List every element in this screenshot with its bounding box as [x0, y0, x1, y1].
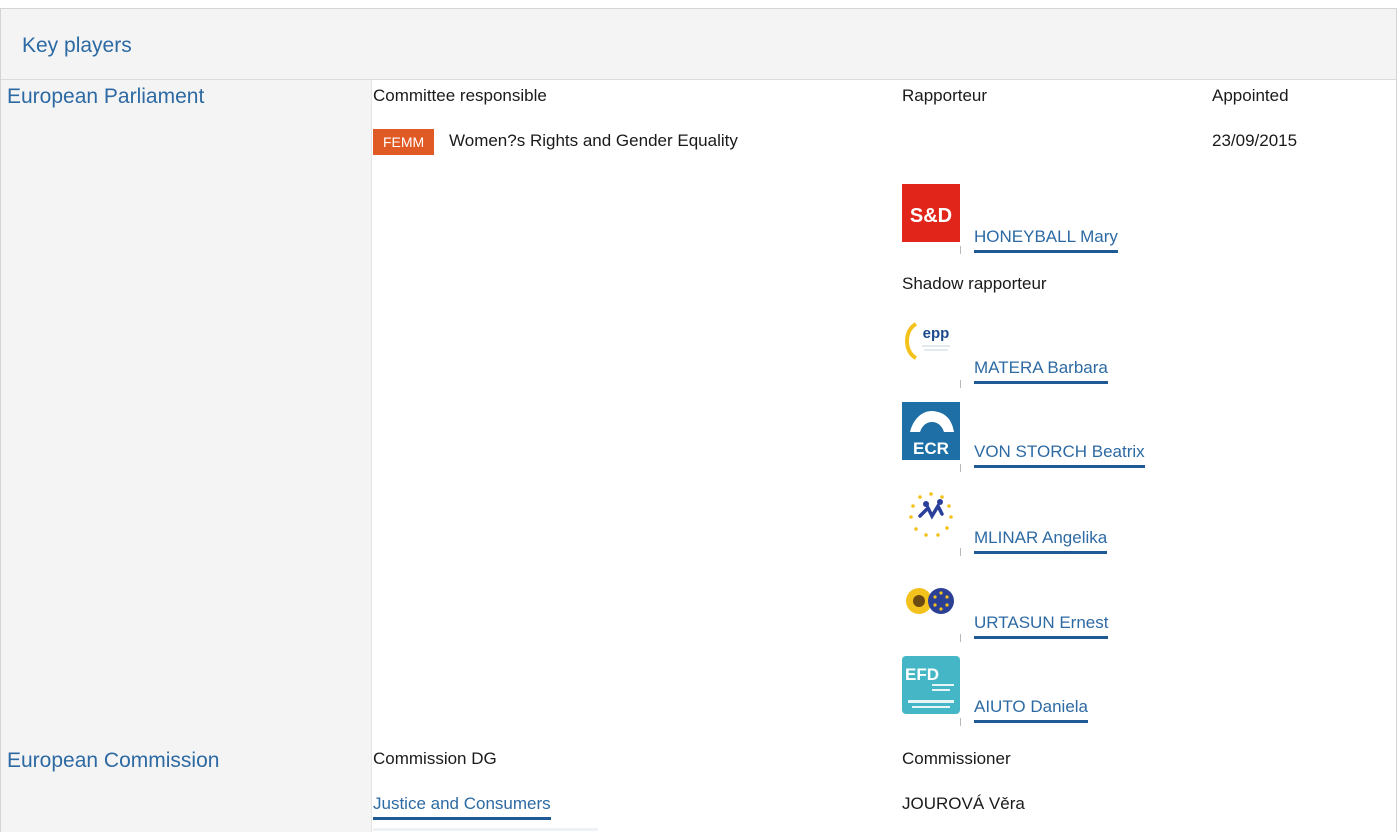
parliament-label: European Parliament: [7, 85, 205, 108]
commission-dg-header: Commission DG: [373, 749, 497, 768]
column-separator: [371, 80, 372, 832]
alde-logo: [902, 486, 960, 544]
commissioner-header: Commissioner: [902, 749, 1011, 768]
left-column: [1, 80, 371, 832]
rapporteur-header: Rapporteur: [902, 86, 988, 105]
section-header: Key players: [1, 9, 1396, 80]
epp-logo: epp: [902, 318, 960, 376]
shadow-rapporteur-link[interactable]: URTASUN Ernest: [974, 613, 1109, 639]
row-divider: [373, 828, 598, 831]
shadow-rapporteur-label: Shadow rapporteur: [902, 274, 1047, 293]
rapporteur-link[interactable]: HONEYBALL Mary: [974, 227, 1118, 253]
efdd-logo-text: EFD: [905, 665, 939, 684]
shadow-rapporteur-link[interactable]: AIUTO Daniela: [974, 697, 1089, 723]
commissioner-name: JOUROVÁ Věra: [902, 794, 1025, 813]
ecr-logo-text: ECR: [913, 439, 949, 458]
greens-efa-logo: [902, 572, 960, 630]
logo-tick: [960, 464, 961, 472]
s-and-d-logo: S&D: [902, 184, 960, 242]
shadow-rapporteur-link[interactable]: MLINAR Angelika: [974, 528, 1108, 554]
logo-tick: [960, 246, 961, 254]
shadow-rapporteur-link[interactable]: MATERA Barbara: [974, 358, 1108, 384]
logo-tick: [960, 380, 961, 388]
commission-label: European Commission: [7, 749, 220, 772]
commission-dg-link[interactable]: Justice and Consumers: [373, 794, 551, 820]
s-and-d-logo-text: S&D: [910, 205, 952, 227]
shadow-rapporteur-link[interactable]: VON STORCH Beatrix: [974, 442, 1145, 468]
appointed-date: 23/09/2015: [1212, 131, 1298, 150]
epp-logo-text: epp: [923, 325, 950, 342]
logo-tick: [960, 634, 961, 642]
ecr-logo: ECR: [902, 402, 960, 460]
logo-tick: [960, 548, 961, 556]
efdd-logo: EFD: [902, 656, 960, 714]
committee-name: Women?s Rights and Gender Equality: [449, 131, 738, 150]
committee-responsible-header: Committee responsible: [373, 86, 547, 105]
section-title: Key players: [22, 34, 132, 57]
committee-badge: FEMM: [373, 129, 435, 155]
appointed-header: Appointed: [1212, 86, 1289, 105]
logo-tick: [960, 718, 961, 726]
